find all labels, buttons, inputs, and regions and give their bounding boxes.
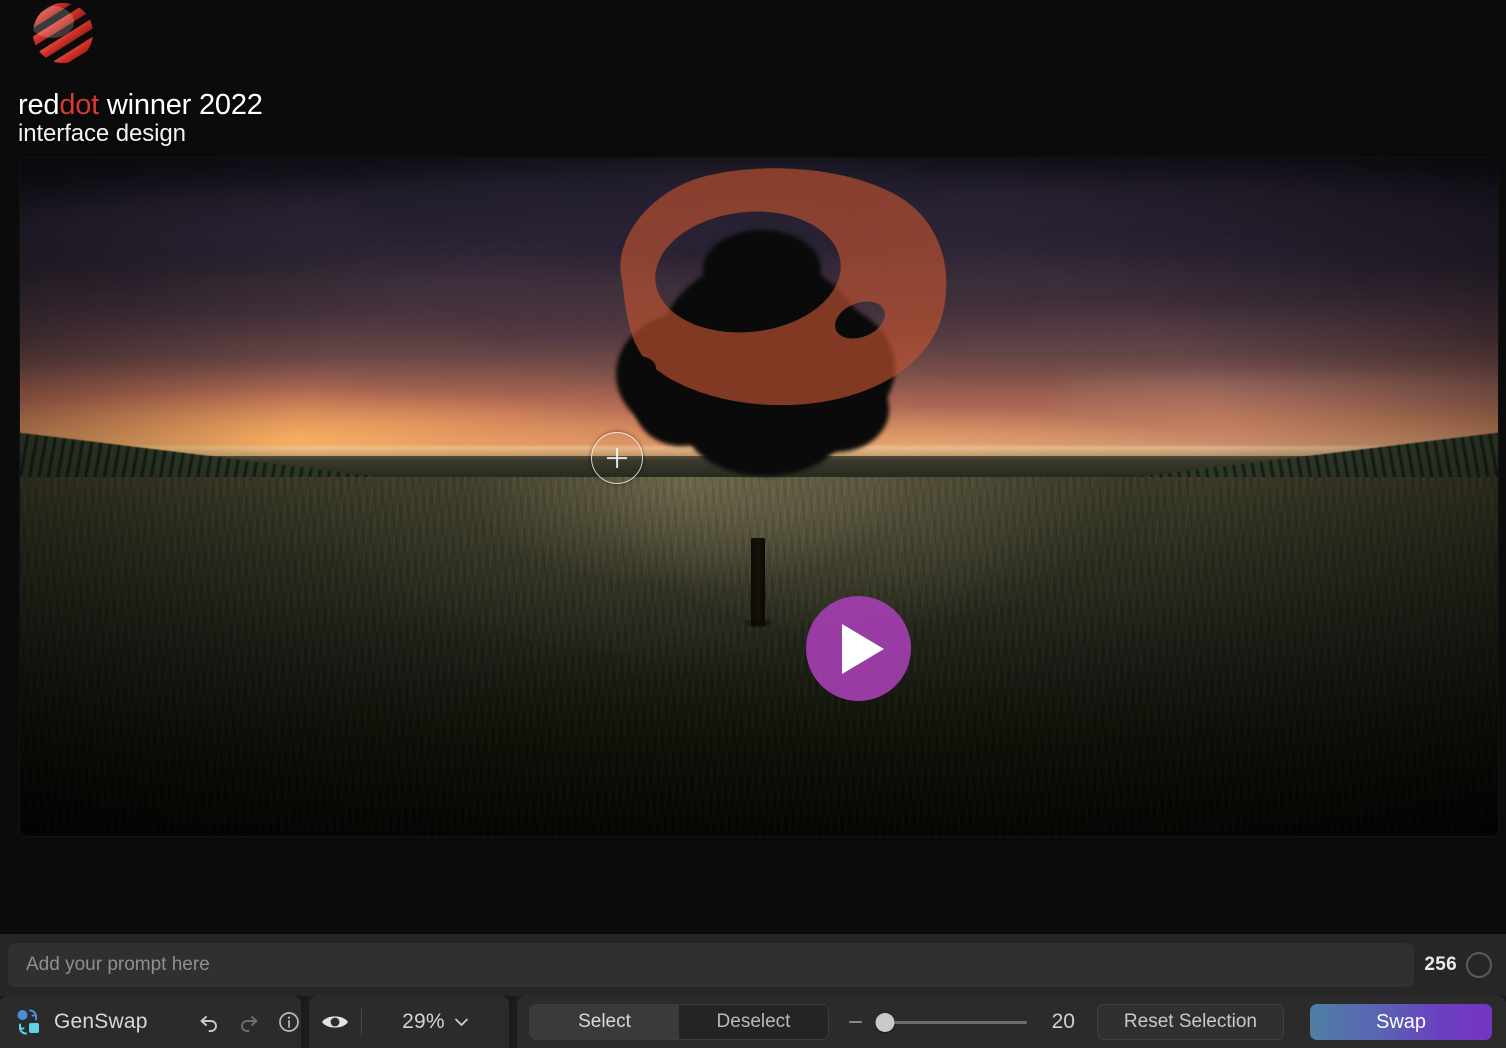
prompt-input[interactable] [8,943,1415,987]
minus-icon[interactable] [849,1020,862,1024]
award-subtitle: interface design [18,120,186,147]
swap-button[interactable]: Swap [1310,1004,1492,1040]
canvas-area[interactable]: reddot winner 2022 interface design [0,0,1506,930]
prompt-bar: 256 [0,934,1506,996]
brush-size-slider-group: 20 [843,1010,1075,1034]
award-title-dot: dot [59,89,100,121]
select-mode-segmented: Select Deselect [529,1004,829,1040]
zoom-control[interactable]: 29% [362,996,509,1048]
progress-ring-icon [1466,952,1492,978]
chevron-down-icon [454,1018,468,1026]
reddot-award-badge: reddot winner 2022 interface design [18,0,358,152]
visibility-toggle[interactable] [309,1003,361,1041]
play-icon [842,623,884,674]
media-viewport[interactable] [20,158,1498,836]
brush-cursor-add[interactable] [591,432,643,484]
brand-group: GenSwap [0,996,301,1048]
app-root: reddot winner 2022 interface design 256 … [0,0,1506,1048]
redo-arrow-icon [240,1016,258,1032]
bottom-toolbar: GenSwap 29% Select Deselect 20 Reset Sel… [0,996,1506,1048]
genswap-icon [17,1009,39,1035]
selection-group: Select Deselect 20 Reset Selection Swap [517,996,1506,1048]
redo-button[interactable] [230,1003,268,1041]
slider-knob[interactable] [875,1012,895,1032]
eye-icon [322,1016,348,1028]
brush-size-value: 20 [1051,1010,1075,1033]
brush-size-slider[interactable] [875,1012,1027,1032]
award-title: reddot winner 2022 [18,88,263,122]
reddot-globe-icon [33,3,93,63]
select-mode-button[interactable]: Select [530,1005,679,1039]
deselect-mode-button[interactable]: Deselect [679,1005,828,1039]
info-circle-icon [278,1012,299,1032]
zoom-value: 29% [402,1010,445,1033]
slider-track [876,1020,1027,1024]
play-button[interactable] [806,596,911,701]
genswap-label: GenSwap [54,1010,148,1033]
vignette-layer [20,158,1498,836]
undo-arrow-icon [200,1016,217,1032]
char-counter-group: 256 [1424,952,1498,978]
award-title-red: red [18,89,60,121]
reset-selection-button[interactable]: Reset Selection [1096,1004,1284,1040]
award-title-rest: winner 2022 [99,89,263,121]
info-button[interactable] [270,1003,308,1041]
view-group: 29% [309,996,509,1048]
char-count: 256 [1424,954,1457,975]
undo-button[interactable] [190,1003,228,1041]
